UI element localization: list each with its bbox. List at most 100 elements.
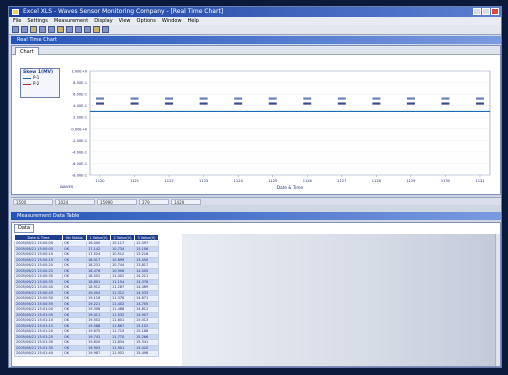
y-tick-label: 4.00E-1 <box>73 104 87 108</box>
data-label-marker <box>441 102 450 105</box>
data-point <box>322 110 324 113</box>
data-label-marker <box>199 97 208 100</box>
data-point <box>256 110 258 113</box>
vertical-scrollbar[interactable] <box>495 234 500 366</box>
x-axis-label: Date & Time <box>277 185 304 190</box>
data-label-marker <box>303 102 312 105</box>
table-cell: OK <box>62 350 87 357</box>
data-label-marker <box>406 97 415 100</box>
data-label-marker <box>441 97 450 100</box>
data-point <box>189 110 191 113</box>
y-tick-label: -2.00E-1 <box>72 139 87 143</box>
chart-tabstrip: Chart <box>12 46 500 55</box>
table-cell: 19.987 <box>86 350 111 357</box>
settings-icon[interactable] <box>93 26 100 33</box>
data-point <box>156 110 158 113</box>
tab-data[interactable]: Data <box>14 224 34 233</box>
data-label-marker <box>268 102 277 105</box>
data-label-marker <box>476 102 484 105</box>
status-cell: 279 <box>139 199 169 205</box>
desktop-background: Excel XLS - Waves Sensor Monitoring Comp… <box>0 0 508 375</box>
app-title: Excel XLS - Waves Sensor Monitoring Comp… <box>23 8 224 15</box>
help-icon[interactable] <box>102 26 109 33</box>
y-tick-label: -8.00E-1 <box>72 174 87 178</box>
menu-file[interactable]: File <box>13 17 21 25</box>
x-tick-label: 1123 <box>199 179 208 183</box>
app-titlebar[interactable]: Excel XLS - Waves Sensor Monitoring Comp… <box>9 7 501 17</box>
zoom-icon[interactable] <box>84 26 91 33</box>
empty-table-area <box>182 234 500 366</box>
data-label-marker <box>372 102 381 105</box>
x-tick-label: 1121 <box>130 179 139 183</box>
menu-measurement[interactable]: Measurement <box>54 17 88 25</box>
maximize-button[interactable] <box>482 8 490 15</box>
status-cell: 1500 <box>13 199 53 205</box>
toolbar <box>9 25 501 35</box>
chart-icon[interactable] <box>66 26 73 33</box>
data-label-marker <box>96 97 104 100</box>
data-label-marker <box>234 97 243 100</box>
chart-footer-label: WAVES <box>60 184 74 189</box>
data-point <box>122 110 124 113</box>
data-table: Date & Time Kb Status 1 Value(V) 2 Value(V)… <box>14 234 159 357</box>
x-tick-label: 1120 <box>95 179 105 183</box>
data-label-marker <box>372 97 381 100</box>
table-row[interactable]: 2005/06/21 15:01:40 OK 19.987 11.952 15.498 <box>14 350 159 357</box>
y-tick-label: 8.00E-1 <box>73 81 87 85</box>
menu-view[interactable]: View <box>119 17 131 25</box>
menu-display[interactable]: Display <box>94 17 112 25</box>
table-cell: 11.952 <box>110 350 135 357</box>
y-tick-label: 2.00E-1 <box>73 116 87 120</box>
data-label-marker <box>96 102 104 105</box>
y-tick-label: -4.00E-1 <box>72 150 87 154</box>
data-point <box>422 110 424 113</box>
menu-window[interactable]: Window <box>162 17 182 25</box>
x-tick-label: 1127 <box>337 179 346 183</box>
menu-options[interactable]: Options <box>137 17 156 25</box>
x-tick-label: 1130 <box>441 179 451 183</box>
data-label-marker <box>337 97 346 100</box>
data-point <box>456 110 458 113</box>
data-point <box>289 110 291 113</box>
y-tick-label: 0.00E+0 <box>71 127 87 131</box>
chart-window-titlebar[interactable]: Real Time Chart <box>11 36 501 44</box>
x-tick-label: 1128 <box>372 179 382 183</box>
data-label-marker <box>303 97 312 100</box>
menu-bar: File Settings Measurement Display View O… <box>9 17 501 25</box>
menu-settings[interactable]: Settings <box>27 17 48 25</box>
open-icon[interactable] <box>21 26 28 33</box>
stop-icon[interactable] <box>57 26 64 33</box>
x-tick-label: 1125 <box>268 179 277 183</box>
x-tick-label: 1126 <box>303 179 313 183</box>
new-icon[interactable] <box>12 26 19 33</box>
close-button[interactable] <box>491 8 499 15</box>
status-cell: 1429 <box>171 199 201 205</box>
data-point <box>356 110 358 113</box>
x-tick-label: 1129 <box>406 179 416 183</box>
menu-help[interactable]: Help <box>188 17 199 25</box>
tab-chart[interactable]: Chart <box>15 47 39 55</box>
data-label-marker <box>268 97 277 100</box>
data-label-marker <box>130 102 139 105</box>
data-point <box>222 110 224 113</box>
data-label-marker <box>165 97 174 100</box>
data-point <box>389 110 391 113</box>
table-window-titlebar[interactable]: Measurement Data Table <box>11 212 501 220</box>
data-label-marker <box>165 102 174 105</box>
start-icon[interactable] <box>48 26 55 33</box>
x-tick-label: 1122 <box>165 179 174 183</box>
status-cell: 1024 <box>55 199 95 205</box>
minimize-button[interactable] <box>473 8 481 15</box>
y-tick-label: 6.00E-1 <box>73 93 87 97</box>
table-window: Data Date & Time Kb Status 1 Value(V) 2 Val… <box>11 222 501 367</box>
table-icon[interactable] <box>75 26 82 33</box>
app-icon <box>12 9 19 15</box>
print-icon[interactable] <box>39 26 46 33</box>
data-label-marker <box>337 102 346 105</box>
line-chart[interactable]: 1.00E+0 8.00E-1 6.00E-1 4.00E-1 2.00E-1 0.00E… <box>12 55 500 195</box>
data-label-marker <box>234 102 243 105</box>
table-window-title: Measurement Data Table <box>17 213 80 219</box>
status-bar: 1500 1024 15990 279 1429 <box>11 197 501 205</box>
status-cell: 15990 <box>97 199 137 205</box>
save-icon[interactable] <box>30 26 37 33</box>
